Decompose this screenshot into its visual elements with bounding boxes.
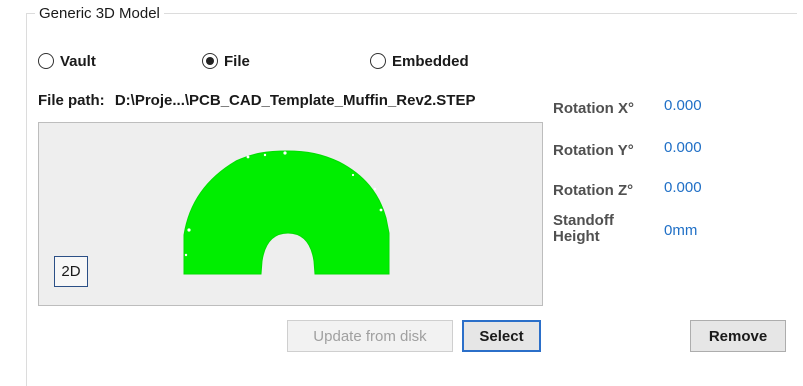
remove-button[interactable]: Remove — [690, 320, 786, 352]
radio-embedded-label: Embedded — [392, 52, 469, 70]
radio-embedded[interactable]: Embedded — [370, 50, 469, 72]
rotation-y-label: Rotation Y° — [553, 142, 634, 159]
rotation-x-label: Rotation X° — [553, 100, 634, 117]
standoff-height-value[interactable]: 0mm — [664, 222, 697, 239]
model-shape-icon — [183, 150, 390, 275]
update-from-disk-button[interactable]: Update from disk — [287, 320, 453, 352]
rotation-x-value[interactable]: 0.000 — [664, 97, 702, 114]
radio-vault-label: Vault — [60, 52, 96, 70]
radio-file-label: File — [224, 52, 250, 70]
model-shape — [183, 150, 390, 275]
radio-selected-icon — [202, 53, 218, 69]
radio-vault[interactable]: Vault — [38, 50, 96, 72]
group-title: Generic 3D Model — [35, 5, 164, 22]
model-preview[interactable]: 2D — [38, 122, 543, 306]
file-path-value: D:\Proje...\PCB_CAD_Template_Muffin_Rev2… — [114, 92, 476, 109]
select-button[interactable]: Select — [462, 320, 541, 352]
rotation-z-label: Rotation Z° — [553, 182, 634, 199]
standoff-height-label: Standoff Height — [553, 212, 614, 245]
rotation-z-value[interactable]: 0.000 — [664, 179, 702, 196]
radio-circle-icon — [38, 53, 54, 69]
rotation-y-value[interactable]: 0.000 — [664, 139, 702, 156]
file-path-label: File path: — [38, 92, 105, 109]
radio-circle-icon — [370, 53, 386, 69]
view-2d-button[interactable]: 2D — [54, 256, 88, 287]
radio-file[interactable]: File — [202, 50, 250, 72]
file-path-row: File path: D:\Proje...\PCB_CAD_Template_… — [38, 92, 475, 109]
